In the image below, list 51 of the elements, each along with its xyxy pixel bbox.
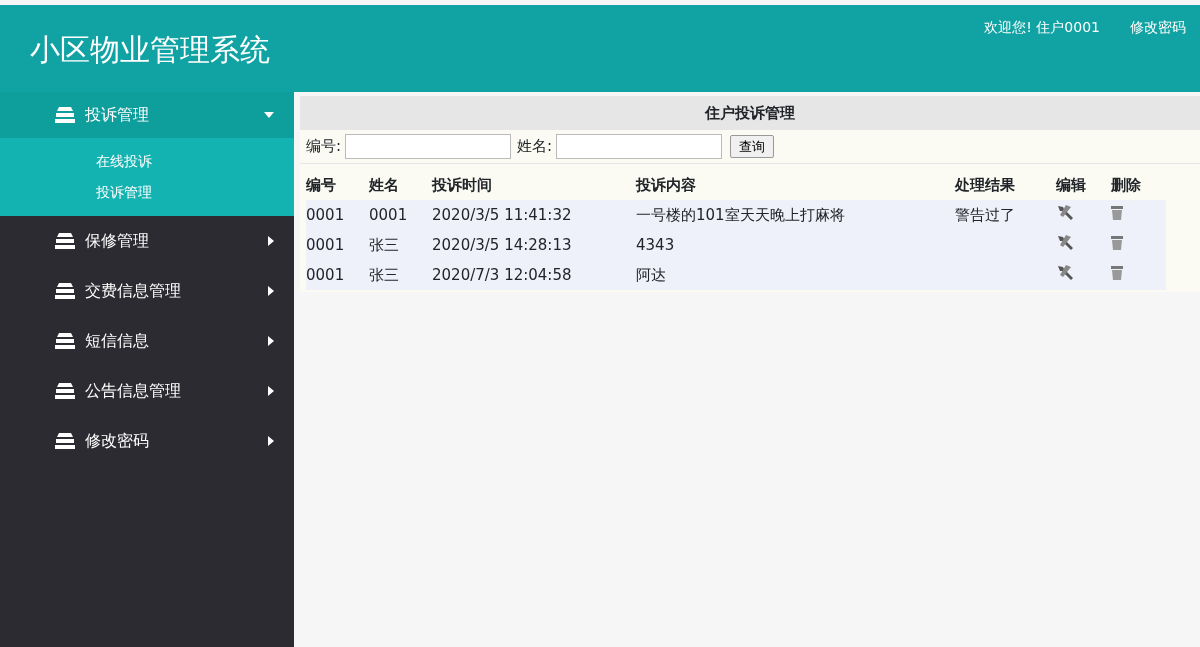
column-header: 投诉内容 [636, 174, 697, 196]
name-field[interactable] [556, 134, 723, 159]
caret-right-icon [268, 436, 274, 446]
page-title: 住户投诉管理 [300, 96, 1200, 130]
table-cell-text: 4343 [636, 234, 676, 256]
wrench-icon[interactable] [1056, 203, 1074, 220]
wrench-icon[interactable] [1056, 263, 1074, 280]
stack-icon [55, 383, 75, 399]
app-title: 小区物业管理系统 [29, 31, 270, 69]
column-header: 处理结果 [955, 174, 1016, 196]
field-label: 编号: [306, 136, 342, 158]
trash-icon[interactable] [1111, 264, 1123, 280]
table-cell-text: 0001 [369, 204, 409, 226]
table-cell-text: 一号楼的101室天天晚上打麻将 [636, 204, 846, 226]
column-header: 姓名 [369, 174, 400, 196]
column-header: 编号 [306, 174, 337, 196]
wrench-icon[interactable] [1056, 233, 1074, 250]
sidebar-menu-item[interactable]: 短信信息 [0, 316, 294, 366]
caret-right-icon [268, 336, 274, 346]
field-label: 姓名: [517, 136, 553, 158]
search-button[interactable]: 查询 [730, 134, 775, 159]
sidebar-menu-item[interactable]: 交费信息管理 [0, 266, 294, 316]
sidebar-menu-item[interactable]: 保修管理 [0, 216, 294, 266]
table-cell-text: 警告过了 [955, 204, 1016, 226]
caret-right-icon [268, 386, 274, 396]
stack-icon [55, 233, 75, 249]
stack-icon [55, 107, 75, 123]
table-cell-text: 2020/3/5 11:41:32 [432, 204, 573, 226]
sidebar-menu-item[interactable]: 公告信息管理 [0, 366, 294, 416]
table-cell-text: 张三 [369, 264, 400, 286]
column-header: 投诉时间 [432, 174, 493, 196]
welcome-text: 欢迎您! 住户0001 [984, 18, 1100, 37]
table-cell-text: 2020/7/3 12:04:58 [432, 264, 573, 286]
sidebar-menu-item[interactable]: 修改密码 [0, 416, 294, 466]
table-cell-text: 张三 [369, 234, 400, 256]
stack-icon [55, 283, 75, 299]
caret-down-icon [264, 112, 274, 118]
table-cell-text: 阿达 [636, 264, 667, 286]
table-cell-text: 0001 [306, 204, 346, 226]
caret-right-icon [268, 236, 274, 246]
number-field[interactable] [345, 134, 512, 159]
column-header: 编辑 [1056, 174, 1087, 196]
caret-right-icon [268, 286, 274, 296]
stack-icon [55, 333, 75, 349]
column-header: 删除 [1111, 174, 1142, 196]
table-cell-text: 2020/3/5 14:28:13 [432, 234, 573, 256]
trash-icon[interactable] [1111, 204, 1123, 220]
trash-icon[interactable] [1111, 234, 1123, 250]
stack-icon [55, 433, 75, 449]
table-cell-text: 0001 [306, 234, 346, 256]
table-cell-text: 0001 [306, 264, 346, 286]
